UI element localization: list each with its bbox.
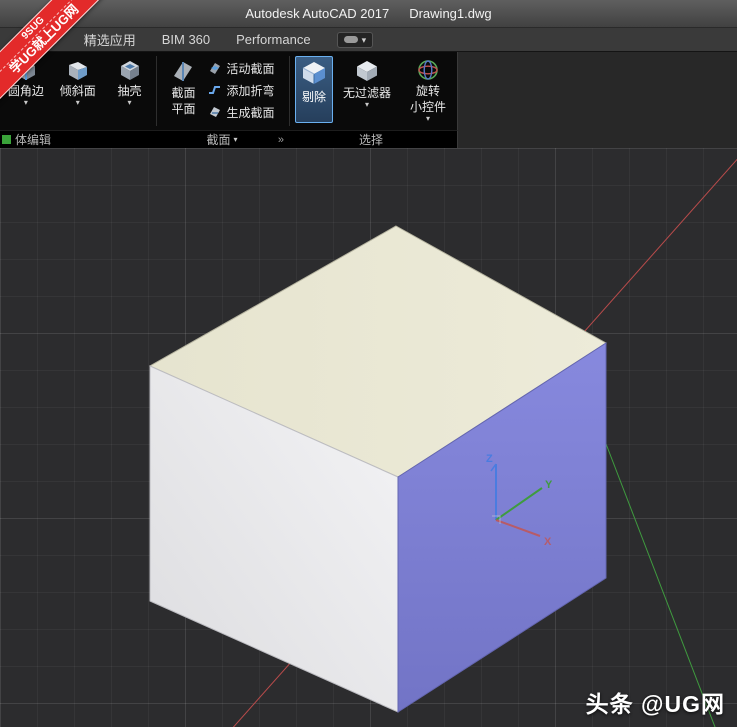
cloud-icon <box>343 36 358 43</box>
button-label: 平面 <box>171 102 196 116</box>
button-label: 小控件 <box>409 100 446 114</box>
chevron-down-icon: ▾ <box>233 135 238 144</box>
tab-featured-apps[interactable]: 精选应用 <box>84 30 136 49</box>
shell-icon <box>120 61 139 80</box>
chevron-down-icon: ▾ <box>23 98 28 107</box>
panel-title-label: 选择 <box>358 133 383 147</box>
ribbon: 圆角边 ▾ 倾斜面 ▾ 抽壳 ▾ 截面 平面 活动截面 添加折弯 生成截面 剔除… <box>0 52 737 148</box>
button-label: 圆角边 <box>7 84 44 98</box>
viewport[interactable]: Z Y X 头条 @UG网 <box>0 148 737 727</box>
ribbon-options-dropdown[interactable]: ▾ <box>336 31 374 48</box>
document-title: Drawing1.dwg <box>409 6 492 21</box>
button-label: 添加折弯 <box>226 83 275 98</box>
y-axis-line <box>592 409 716 727</box>
panel-title-label: 截面 <box>206 133 231 147</box>
button-label: 旋转 <box>415 84 440 98</box>
button-label: 倾斜面 <box>59 84 96 98</box>
no-filter-icon <box>357 61 377 81</box>
section-plane-button[interactable]: 截面 平面 <box>158 56 208 122</box>
filter-dropdown-button[interactable]: 无过滤器 ▾ <box>338 56 396 123</box>
button-label: 截面 <box>171 86 196 100</box>
solid-box[interactable] <box>148 225 607 713</box>
panel-selection: 剔除 无过滤器 ▾ 旋转 小控件 ▾ <box>291 52 457 123</box>
live-section-button[interactable]: 活动截面 <box>208 58 274 78</box>
chevron-down-icon: ▾ <box>364 100 369 109</box>
x-axis-label: X <box>544 536 552 548</box>
title-bar[interactable]: Autodesk AutoCAD 2017 Drawing1.dwg <box>0 0 737 28</box>
panel-title-section[interactable]: 截面 ▾ » <box>156 131 288 148</box>
button-label: 活动截面 <box>226 61 275 76</box>
panel-launcher-icon[interactable]: » <box>278 134 284 146</box>
taper-face-button[interactable]: 倾斜面 ▾ <box>54 56 102 107</box>
taper-face-icon <box>68 62 87 80</box>
tab-bim-360[interactable]: BIM 360 <box>162 32 210 47</box>
z-axis-label: Z <box>486 453 493 465</box>
tab-performance[interactable]: Performance <box>236 32 310 47</box>
panel-separator <box>156 56 158 126</box>
rotate-gizmo-button[interactable]: 旋转 小控件 ▾ <box>401 56 455 123</box>
watermark: 头条 @UG网 <box>585 691 725 717</box>
ribbon-panel-footers: 体编辑 截面 ▾ » 选择 <box>0 130 458 148</box>
cull-button[interactable]: 剔除 <box>295 56 333 123</box>
panel-title-selection[interactable]: 选择 <box>288 131 454 148</box>
button-label: 剔除 <box>301 90 326 104</box>
panel-separator <box>289 56 290 126</box>
button-label: 生成截面 <box>226 105 275 120</box>
live-section-icon <box>210 63 221 74</box>
cull-icon <box>302 62 325 84</box>
ribbon-tab-bar: 360 精选应用 BIM 360 Performance ▾ <box>0 28 737 52</box>
chevron-down-icon: ▾ <box>425 114 430 123</box>
y-axis-label: Y <box>545 479 553 491</box>
panel-title-solid-editing[interactable]: 体编辑 <box>0 131 156 148</box>
add-jog-icon <box>209 86 221 94</box>
chevron-down-icon: ▾ <box>361 35 367 45</box>
generate-section-button[interactable]: 生成截面 <box>208 102 274 122</box>
shell-button[interactable]: 抽壳 ▾ <box>106 56 154 107</box>
chevron-down-icon: ▾ <box>127 98 132 107</box>
panel-title-label: 体编辑 <box>15 133 52 147</box>
app-title: Autodesk AutoCAD 2017 <box>245 6 390 21</box>
section-plane-icon <box>174 62 193 81</box>
autocad-window: Autodesk AutoCAD 2017 Drawing1.dwg 360 精… <box>0 0 737 727</box>
panel-section: 截面 平面 活动截面 添加折弯 生成截面 <box>158 52 288 122</box>
ribbon-panels: 圆角边 ▾ 倾斜面 ▾ 抽壳 ▾ 截面 平面 活动截面 添加折弯 生成截面 剔除… <box>0 52 458 130</box>
generate-section-icon <box>210 107 221 117</box>
section-commands: 活动截面 添加折弯 生成截面 <box>208 56 274 122</box>
viewport-canvas[interactable]: Z Y X <box>0 148 737 727</box>
chevron-down-icon: ▾ <box>75 98 80 107</box>
add-jog-button[interactable]: 添加折弯 <box>208 80 274 100</box>
button-label: 无过滤器 <box>342 86 391 100</box>
button-label: 抽壳 <box>117 84 142 98</box>
panel-icon <box>2 135 11 144</box>
rotate-gizmo-icon <box>418 60 438 80</box>
